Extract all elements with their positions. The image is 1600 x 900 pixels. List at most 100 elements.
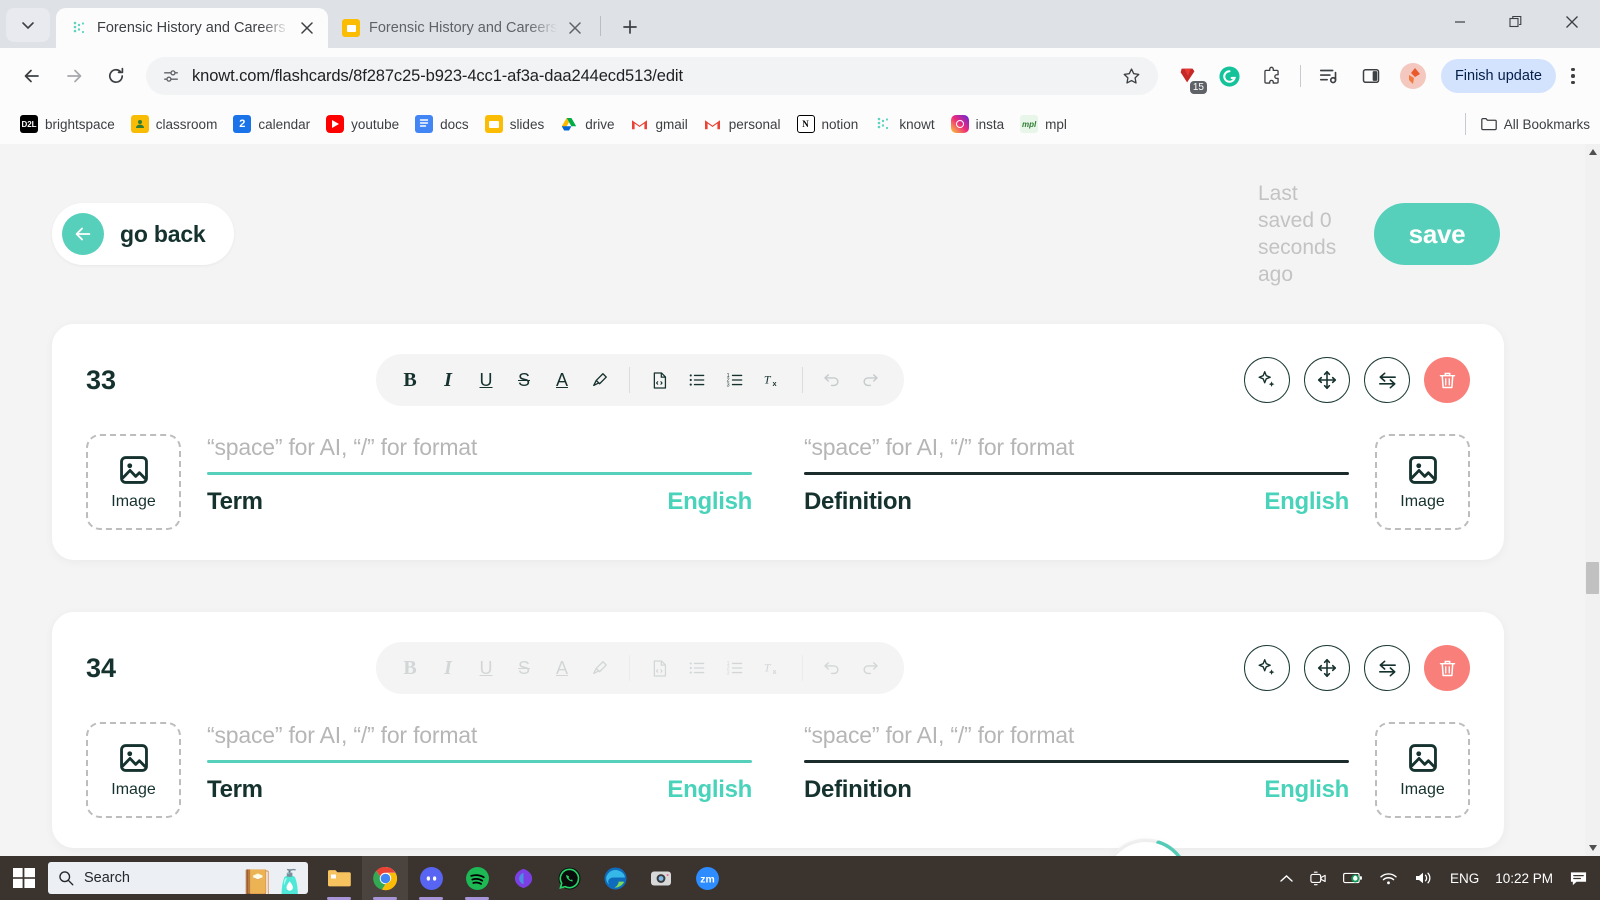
definition-field[interactable]: “space” for AI, “/” for format Definitio… xyxy=(778,722,1375,804)
numbered-list-icon[interactable]: 123 xyxy=(717,362,753,398)
new-tab-button[interactable] xyxy=(613,10,647,44)
delete-card-button[interactable] xyxy=(1424,357,1470,403)
edge-icon[interactable] xyxy=(592,856,638,900)
scrollbar-down-arrow[interactable] xyxy=(1585,840,1600,856)
definition-field[interactable]: “space” for AI, “/” for format Definitio… xyxy=(778,434,1375,516)
undo-icon[interactable] xyxy=(814,362,850,398)
strikethrough-button[interactable]: S xyxy=(506,362,542,398)
taskbar-search-box[interactable]: Search 📔🧴 xyxy=(48,862,308,894)
tab-0[interactable]: Forensic History and Careers - E xyxy=(56,8,328,48)
ai-magic-button[interactable] xyxy=(1244,645,1290,691)
chevron-up-icon[interactable] xyxy=(1272,856,1301,900)
maximize-button[interactable] xyxy=(1488,0,1544,44)
bookmark-drive[interactable]: drive xyxy=(552,111,622,137)
term-input[interactable]: “space” for AI, “/” for format xyxy=(207,722,752,760)
zoom-icon[interactable]: zm xyxy=(684,856,730,900)
definition-language-selector[interactable]: English xyxy=(1264,776,1349,804)
grammarly-extension-icon[interactable] xyxy=(1213,59,1247,93)
definition-image-upload[interactable]: Image xyxy=(1375,722,1470,818)
highlighter-icon[interactable] xyxy=(582,650,618,686)
highlighter-icon[interactable] xyxy=(582,362,618,398)
minimize-button[interactable] xyxy=(1432,0,1488,44)
three-dot-menu-icon[interactable] xyxy=(1558,57,1588,95)
move-card-button[interactable] xyxy=(1304,645,1350,691)
bookmark-knowt[interactable]: knowt xyxy=(866,111,942,137)
scrollbar-up-arrow[interactable] xyxy=(1585,144,1600,160)
chrome-icon[interactable] xyxy=(362,856,408,900)
scrollbar-thumb[interactable] xyxy=(1586,562,1599,594)
wifi-icon[interactable] xyxy=(1371,856,1406,900)
battery-icon[interactable] xyxy=(1335,856,1371,900)
profile-avatar-icon[interactable] xyxy=(1396,59,1430,93)
clear-format-button[interactable]: Tx xyxy=(755,362,791,398)
bookmark-gmail[interactable]: gmail xyxy=(622,111,695,137)
tab-close-button[interactable] xyxy=(298,19,316,37)
back-button[interactable] xyxy=(12,56,52,96)
address-bar[interactable]: knowt.com/flashcards/8f287c25-b923-4cc1-… xyxy=(146,57,1158,95)
file-explorer-icon[interactable] xyxy=(316,856,362,900)
bookmark-notion[interactable]: N notion xyxy=(789,111,867,137)
term-field[interactable]: “space” for AI, “/” for format Term Engl… xyxy=(181,434,778,516)
tab-close-button[interactable] xyxy=(566,19,584,37)
tab-1[interactable]: Forensic History and Careers.pp xyxy=(328,8,596,48)
italic-button[interactable]: I xyxy=(430,362,466,398)
ai-magic-button[interactable] xyxy=(1244,357,1290,403)
bookmark-personal[interactable]: personal xyxy=(696,111,789,137)
definition-input[interactable]: “space” for AI, “/” for format xyxy=(804,722,1349,760)
go-back-button[interactable]: go back xyxy=(52,203,234,265)
bookmark-insta[interactable]: insta xyxy=(943,111,1013,137)
page-scrollbar[interactable] xyxy=(1585,144,1600,856)
spotify-icon[interactable] xyxy=(454,856,500,900)
code-file-icon[interactable] xyxy=(641,650,677,686)
bold-button[interactable]: B xyxy=(392,650,428,686)
code-file-icon[interactable] xyxy=(641,362,677,398)
volume-icon[interactable] xyxy=(1406,856,1442,900)
underline-button[interactable]: U xyxy=(468,362,504,398)
text-color-button[interactable]: A xyxy=(544,362,580,398)
reload-button[interactable] xyxy=(96,56,136,96)
term-image-upload[interactable]: Image xyxy=(86,434,181,530)
bookmark-classroom[interactable]: classroom xyxy=(123,111,226,137)
bookmark-docs[interactable]: docs xyxy=(407,111,477,137)
discord-icon[interactable] xyxy=(408,856,454,900)
bullet-list-icon[interactable] xyxy=(679,650,715,686)
underline-button[interactable]: U xyxy=(468,650,504,686)
finish-update-button[interactable]: Finish update xyxy=(1440,59,1556,93)
clear-format-button[interactable]: Tx xyxy=(755,650,791,686)
extensions-puzzle-icon[interactable] xyxy=(1255,59,1289,93)
delete-card-button[interactable] xyxy=(1424,645,1470,691)
language-indicator[interactable]: ENG xyxy=(1442,856,1487,900)
camera-icon[interactable] xyxy=(638,856,684,900)
definition-input[interactable]: “space” for AI, “/” for format xyxy=(804,434,1349,472)
strikethrough-button[interactable]: S xyxy=(506,650,542,686)
term-image-upload[interactable]: Image xyxy=(86,722,181,818)
bookmark-calendar[interactable]: 2 calendar xyxy=(225,111,318,137)
bookmark-slides[interactable]: slides xyxy=(477,111,553,137)
term-field[interactable]: “space” for AI, “/” for format Term Engl… xyxy=(181,722,778,804)
text-color-button[interactable]: A xyxy=(544,650,580,686)
side-panel-icon[interactable] xyxy=(1354,59,1388,93)
scroll-to-top-button[interactable] xyxy=(1100,836,1192,856)
bullet-list-icon[interactable] xyxy=(679,362,715,398)
bold-button[interactable]: B xyxy=(392,362,428,398)
page-settings-icon[interactable] xyxy=(162,67,180,85)
undo-icon[interactable] xyxy=(814,650,850,686)
bookmark-mpl[interactable]: mpl mpl xyxy=(1012,111,1075,137)
start-button[interactable] xyxy=(0,856,48,900)
move-card-button[interactable] xyxy=(1304,357,1350,403)
bookmark-star-button[interactable] xyxy=(1114,58,1150,94)
numbered-list-icon[interactable]: 123 xyxy=(717,650,753,686)
term-language-selector[interactable]: English xyxy=(667,776,752,804)
notification-icon[interactable] xyxy=(1561,856,1596,900)
video-camera-icon[interactable] xyxy=(1301,856,1335,900)
definition-image-upload[interactable]: Image xyxy=(1375,434,1470,530)
swap-sides-button[interactable] xyxy=(1364,357,1410,403)
media-playlist-icon[interactable] xyxy=(1312,59,1346,93)
close-window-button[interactable] xyxy=(1544,0,1600,44)
term-input[interactable]: “space” for AI, “/” for format xyxy=(207,434,752,472)
all-bookmarks-entry[interactable]: All Bookmarks xyxy=(1464,113,1590,135)
italic-button[interactable]: I xyxy=(430,650,466,686)
term-language-selector[interactable]: English xyxy=(667,488,752,516)
taskbar-clock[interactable]: 10:22 PM xyxy=(1487,871,1561,886)
swap-sides-button[interactable] xyxy=(1364,645,1410,691)
